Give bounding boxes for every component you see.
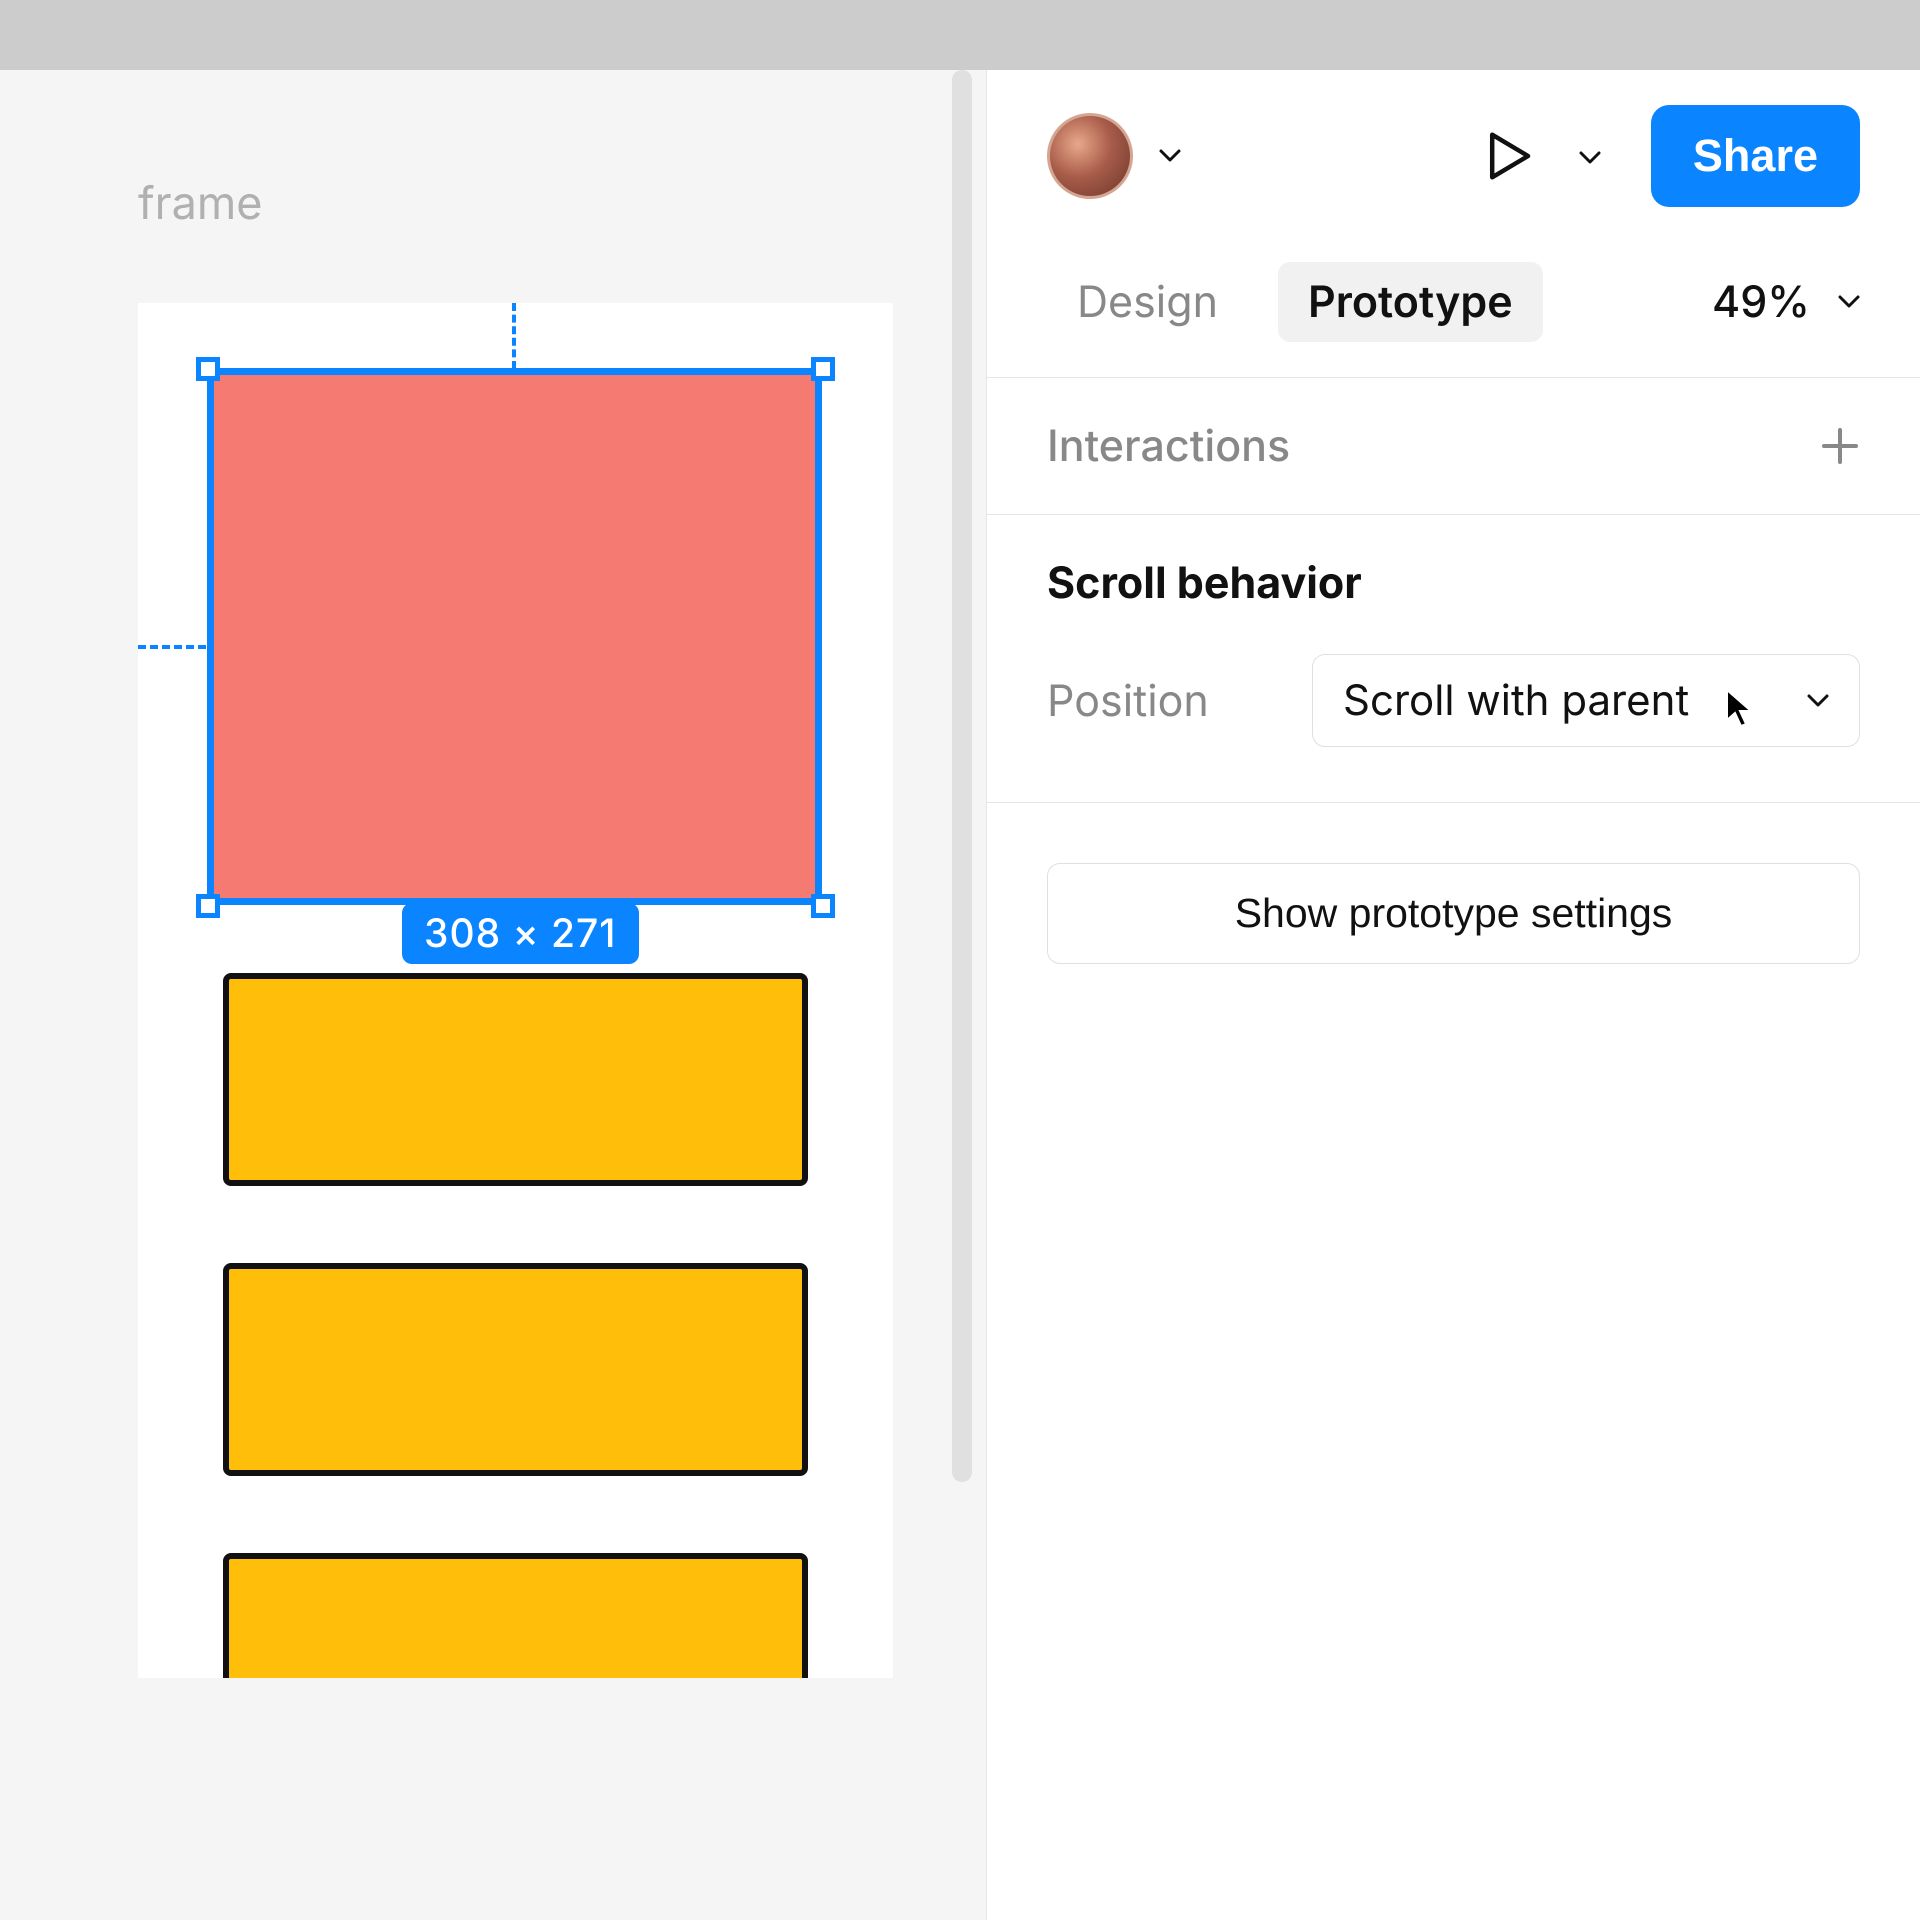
interactions-section: Interactions bbox=[987, 378, 1920, 514]
share-button[interactable]: Share bbox=[1651, 105, 1860, 207]
selection-handle-bl[interactable] bbox=[196, 894, 220, 918]
yellow-rect-3[interactable] bbox=[223, 1553, 808, 1678]
scroll-behavior-section: Scroll behavior bbox=[987, 515, 1920, 609]
preview-chevron-icon[interactable] bbox=[1579, 149, 1601, 163]
avatar[interactable] bbox=[1047, 113, 1133, 199]
app-window: frame 308 × 271 bbox=[0, 70, 1920, 1920]
selection-handle-tr[interactable] bbox=[811, 357, 835, 381]
add-interaction-button[interactable] bbox=[1820, 426, 1860, 466]
guide-vertical bbox=[512, 303, 516, 369]
panel-top: Share bbox=[987, 70, 1920, 237]
chevron-down-icon bbox=[1838, 295, 1860, 309]
divider bbox=[987, 802, 1920, 803]
tab-design[interactable]: Design bbox=[1047, 262, 1248, 342]
dimension-badge: 308 × 271 bbox=[402, 903, 639, 964]
canvas-scrollbar[interactable] bbox=[952, 70, 972, 1482]
panel-tabs: Design Prototype 49% bbox=[987, 237, 1920, 377]
yellow-rect-1[interactable] bbox=[223, 973, 808, 1186]
show-prototype-settings-button[interactable]: Show prototype settings bbox=[1047, 863, 1860, 964]
canvas[interactable]: frame 308 × 271 bbox=[0, 70, 986, 1920]
scroll-behavior-title: Scroll behavior bbox=[1047, 557, 1860, 609]
selected-rectangle[interactable] bbox=[207, 368, 822, 905]
avatar-chevron-icon[interactable] bbox=[1159, 149, 1181, 163]
zoom-dropdown[interactable]: 49% bbox=[1712, 276, 1860, 328]
cursor-icon bbox=[1725, 688, 1753, 728]
inspector-panel: Share Design Prototype 49% Interactions … bbox=[986, 70, 1920, 1920]
selection-handle-br[interactable] bbox=[811, 894, 835, 918]
chevron-down-icon bbox=[1807, 694, 1829, 708]
guide-horizontal bbox=[138, 645, 206, 649]
yellow-rect-2[interactable] bbox=[223, 1263, 808, 1476]
interactions-title: Interactions bbox=[1047, 420, 1290, 472]
position-row: Position Scroll with parent bbox=[987, 609, 1920, 802]
preview-button[interactable] bbox=[1479, 126, 1539, 186]
frame[interactable]: 308 × 271 bbox=[138, 303, 893, 1678]
position-label: Position bbox=[1047, 675, 1287, 727]
zoom-value: 49% bbox=[1712, 276, 1810, 328]
position-dropdown[interactable]: Scroll with parent bbox=[1312, 654, 1860, 747]
frame-label[interactable]: frame bbox=[138, 175, 263, 230]
tab-prototype[interactable]: Prototype bbox=[1278, 262, 1543, 342]
position-value: Scroll with parent bbox=[1343, 675, 1689, 726]
selection-handle-tl[interactable] bbox=[196, 357, 220, 381]
